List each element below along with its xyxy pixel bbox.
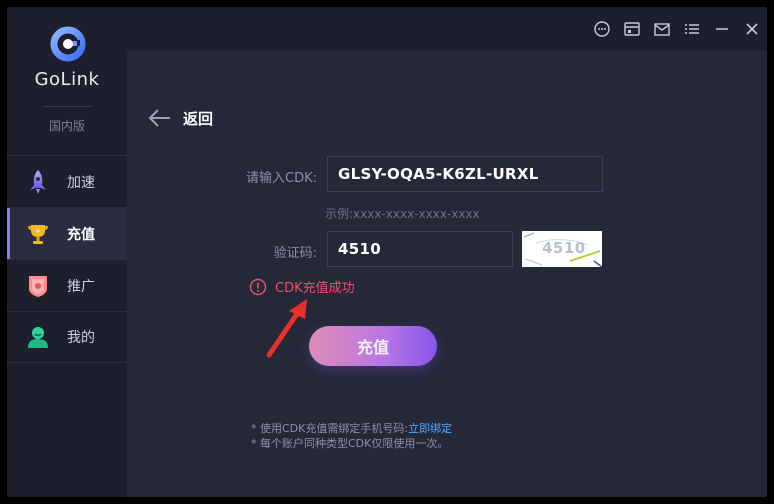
cdk-input[interactable]: GLSY-OQA5-K6ZL-URXL (327, 156, 603, 192)
shield-badge-icon (25, 273, 51, 299)
arrow-left-icon (148, 109, 170, 127)
status-message: CDK充值成功 (249, 277, 355, 296)
captcha-input[interactable]: 4510 (327, 231, 513, 267)
app-name: GoLink (34, 69, 100, 90)
notes: * 使用CDK充值需绑定手机号码:立即绑定 * 每个账户同种类型CDK仅限使用一… (251, 421, 452, 451)
sidebar: GoLink 国内版 加速 ¥ 充值 推广 我的 (7, 7, 127, 497)
shop-icon[interactable] (617, 14, 647, 44)
captcha-field-label: 验证码: (273, 246, 317, 261)
trophy-icon: ¥ (25, 221, 51, 247)
sidebar-item-promote[interactable]: 推广 (7, 259, 127, 311)
note-usage-limit: * 每个账户同种类型CDK仅限使用一次。 (251, 437, 449, 450)
window-controls (587, 7, 767, 51)
back-label: 返回 (183, 109, 214, 128)
status-text: CDK充值成功 (275, 281, 355, 296)
back-button[interactable]: 返回 (147, 105, 213, 131)
golink-logo-icon (50, 26, 86, 62)
rocket-icon (25, 169, 51, 195)
minimize-icon[interactable] (707, 14, 737, 44)
user-icon (25, 324, 51, 350)
alert-circle-icon (249, 278, 267, 295)
mail-icon[interactable] (647, 14, 677, 44)
sidebar-item-label: 充值 (67, 226, 95, 243)
svg-text:¥: ¥ (36, 227, 41, 235)
sidebar-nav: 加速 ¥ 充值 推广 我的 (7, 155, 127, 363)
brand-divider (43, 106, 91, 107)
captcha-image[interactable]: 4510 (522, 231, 602, 267)
close-icon[interactable] (737, 14, 767, 44)
app-window: GoLink 国内版 加速 ¥ 充值 推广 我的 返回 请输入CDK: GLSY… (7, 7, 767, 497)
menu-icon[interactable] (677, 14, 707, 44)
sidebar-item-recharge[interactable]: ¥ 充值 (7, 207, 127, 259)
sidebar-item-mine[interactable]: 我的 (7, 311, 127, 363)
recharge-submit-button[interactable]: 充值 (309, 326, 437, 366)
chat-icon[interactable] (587, 14, 617, 44)
captcha-image-text: 4510 (542, 239, 586, 257)
cdk-example-hint: 示例:xxxx-xxxx-xxxx-xxxx (325, 207, 480, 221)
submit-label: 充值 (356, 338, 389, 357)
cdk-field-label: 请输入CDK: (246, 171, 317, 186)
sidebar-item-accelerate[interactable]: 加速 (7, 155, 127, 207)
note-bind-phone-text: * 使用CDK充值需绑定手机号码: (251, 422, 409, 435)
title-bar (127, 7, 767, 51)
bind-now-link[interactable]: 立即绑定 (408, 422, 452, 435)
recharge-panel: 返回 请输入CDK: GLSY-OQA5-K6ZL-URXL 示例:xxxx-x… (127, 51, 767, 497)
sidebar-item-label: 加速 (67, 174, 95, 191)
annotation-arrow-icon (266, 299, 307, 358)
sidebar-item-label: 推广 (67, 278, 95, 295)
sidebar-item-label: 我的 (67, 330, 95, 346)
note-bind-phone: * 使用CDK充值需绑定手机号码:立即绑定 (251, 421, 452, 436)
edition-label: 国内版 (48, 119, 85, 133)
